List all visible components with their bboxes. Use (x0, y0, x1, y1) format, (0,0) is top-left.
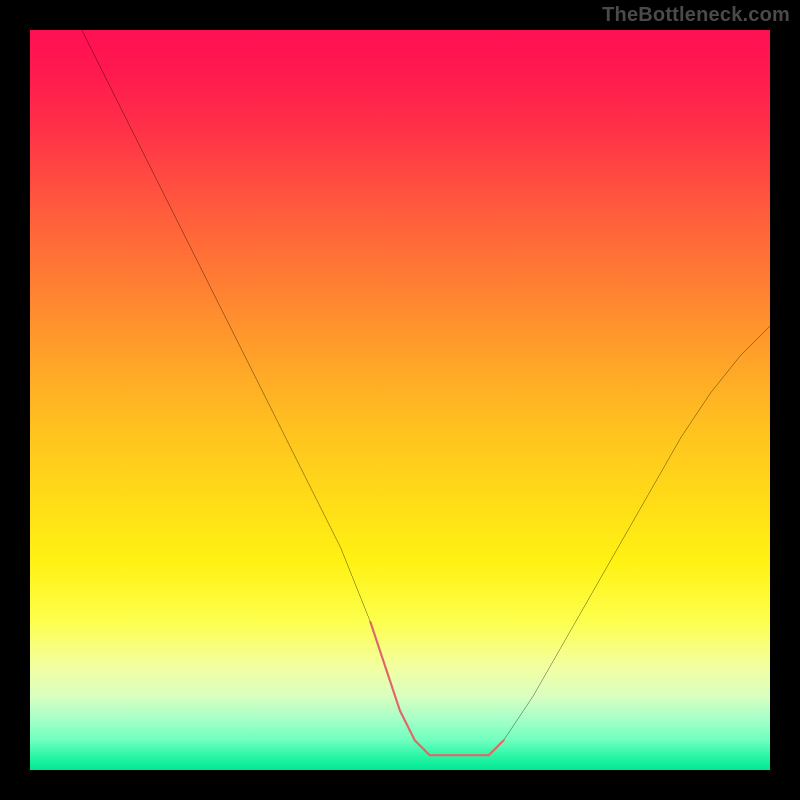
chart-frame: TheBottleneck.com (0, 0, 800, 800)
plot-area (30, 30, 770, 770)
highlight-band (370, 622, 503, 755)
curve-layer (30, 30, 770, 770)
watermark-text: TheBottleneck.com (602, 4, 790, 27)
bottleneck-curve (82, 30, 770, 755)
